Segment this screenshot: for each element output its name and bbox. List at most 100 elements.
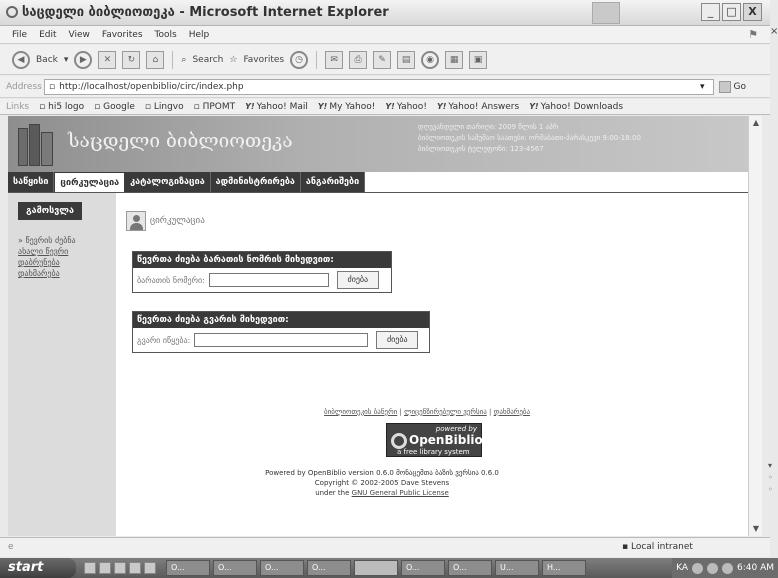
favorites-star-icon[interactable]: ☆ [229, 55, 237, 65]
badge-powered: powered by [435, 425, 477, 433]
task-button[interactable]: U... [495, 560, 539, 576]
tab-circulation[interactable]: ცირკულაცია [54, 172, 126, 192]
footer-link-license[interactable]: ლიცენზირებული ვერსია [404, 408, 487, 416]
menu-favorites[interactable]: Favorites [102, 30, 143, 40]
license-line: under the GNU General Public License [8, 488, 756, 498]
task-button[interactable]: O... [307, 560, 351, 576]
tab-admin[interactable]: ადმინისტრირება [211, 172, 301, 192]
menu-tools[interactable]: Tools [155, 30, 177, 40]
taskbar: start O... O... O... O... O... O... U...… [0, 558, 778, 578]
scroll-down-icon[interactable]: ▼ [751, 524, 761, 534]
windows-flag-icon: ⚑ [748, 28, 758, 41]
link-yahoo-mail[interactable]: Y! Yahoo! Mail [245, 102, 308, 112]
menu-edit[interactable]: Edit [39, 30, 56, 40]
scroll-up-icon[interactable]: ▲ [751, 118, 761, 128]
title-bar: საცდელი ბიბლიოთეკა - Microsoft Internet … [0, 0, 770, 26]
status-bar: e ▪ Local intranet [0, 537, 770, 557]
quicklaunch-app-icon[interactable] [144, 562, 156, 574]
task-button[interactable]: O... [166, 560, 210, 576]
go-button[interactable]: Go [718, 80, 746, 93]
openbiblio-logo-icon [391, 433, 407, 449]
tab-divider [8, 192, 756, 193]
links-label: Links [6, 101, 30, 112]
mail-icon[interactable]: ✉ [325, 50, 344, 69]
page-icon: ▫ [49, 81, 56, 92]
favorites-button[interactable]: Favorites [243, 55, 284, 65]
link-my-yahoo[interactable]: Y! My Yahoo! [318, 102, 376, 112]
tray-app-icon[interactable] [722, 562, 733, 574]
link-promt[interactable]: ▫ ПРОМТ [194, 102, 236, 112]
openbiblio-badge[interactable]: powered by OpenBiblio a free library sys… [386, 423, 483, 457]
search-button[interactable]: Search [192, 55, 223, 65]
gpl-link[interactable]: GNU General Public License [352, 489, 449, 497]
footer-link-banner[interactable]: ბიბლიოთეკის ბანერი [324, 408, 397, 416]
link-yahoo-downloads[interactable]: Y! Yahoo! Downloads [529, 102, 623, 112]
task-button[interactable]: O... [448, 560, 492, 576]
badge-subtitle: a free library system [397, 448, 470, 456]
stop-icon[interactable]: ✕ [98, 50, 117, 69]
link-yahoo-answers[interactable]: Y! Yahoo! Answers [437, 102, 519, 112]
side-scroll-icons: ▾ ◦ ◦ [768, 461, 773, 494]
quicklaunch-word-icon[interactable] [129, 562, 141, 574]
menu-help[interactable]: Help [189, 30, 210, 40]
search-icon[interactable]: ⌕ [181, 55, 186, 65]
sidebar-item-member-search[interactable]: » წევრის ძებნა [18, 235, 76, 246]
tray-volume-icon[interactable] [707, 562, 718, 574]
research-icon[interactable]: ▦ [445, 50, 464, 69]
close-button[interactable]: X [743, 3, 762, 21]
task-button[interactable]: H... [542, 560, 586, 576]
minimize-button[interactable]: _ [701, 3, 720, 21]
menu-file[interactable]: File [12, 30, 27, 40]
quicklaunch-desktop-icon[interactable] [99, 562, 111, 574]
lastname-input[interactable] [194, 333, 369, 347]
tray-network-icon[interactable] [692, 562, 703, 574]
tab-cataloging[interactable]: კატალოგიზაცია [125, 172, 211, 192]
back-dropdown-icon[interactable]: ▾ [64, 55, 69, 65]
quicklaunch-ie-icon[interactable] [84, 562, 96, 574]
address-input[interactable]: ▫ http://localhost/openbiblio/circ/index… [44, 78, 714, 95]
link-label: Yahoo! Answers [448, 101, 520, 112]
maximize-button[interactable]: □ [722, 3, 741, 21]
card-number-input[interactable] [208, 273, 329, 287]
back-button[interactable]: Back [36, 55, 58, 65]
powered-line: Powered by OpenBiblio version 0.6.0 მონა… [265, 469, 499, 477]
tab-home[interactable]: საწყისი [8, 172, 55, 192]
task-button-active[interactable] [354, 560, 398, 576]
quick-launch [84, 562, 156, 574]
side-close-icon[interactable]: × [770, 26, 778, 37]
lastname-search-button[interactable]: ძიება [376, 331, 419, 349]
sidebar-item-checkin[interactable]: დაბრუნება [18, 257, 76, 268]
task-button[interactable]: O... [401, 560, 445, 576]
start-button[interactable]: start [0, 558, 76, 578]
link-google[interactable]: ▫ Google [94, 102, 135, 112]
logout-button[interactable]: გამოსვლა [18, 202, 82, 220]
media-icon[interactable]: ▣ [469, 50, 488, 69]
menu-view[interactable]: View [69, 30, 90, 40]
address-dropdown-icon[interactable]: ▾ [700, 82, 705, 92]
language-indicator[interactable]: KA [676, 563, 688, 573]
discuss-icon[interactable]: ▤ [397, 50, 416, 69]
history-icon[interactable]: ◷ [290, 50, 309, 69]
vertical-scrollbar[interactable]: ▲ ▼ [748, 116, 762, 536]
task-button[interactable]: O... [213, 560, 257, 576]
edit-icon[interactable]: ✎ [373, 50, 392, 69]
print-icon[interactable]: ⎙ [349, 50, 368, 69]
card-search-button[interactable]: ძიება [336, 271, 379, 289]
sidebar-item-help[interactable]: დახმარება [18, 268, 76, 279]
messenger-icon[interactable]: ◉ [421, 50, 440, 69]
task-button[interactable]: O... [260, 560, 304, 576]
back-arrow-icon[interactable]: ◀ [12, 50, 30, 69]
sidebar-item-new-member[interactable]: ახალი წევრი [18, 246, 76, 257]
link-hi5[interactable]: ▫ hi5 logo [39, 102, 84, 112]
library-info: დღევანდელი თარიღი: 2009 წლის 1 აპრ ბიბლი… [418, 122, 641, 155]
quicklaunch-folder-icon[interactable] [114, 562, 126, 574]
link-yahoo[interactable]: Y! Yahoo! [385, 102, 427, 112]
footer-link-help[interactable]: დახმარება [494, 408, 530, 416]
refresh-icon[interactable]: ↻ [122, 50, 141, 69]
tab-reports[interactable]: ანგარიშები [301, 172, 366, 192]
link-label: Google [103, 101, 135, 112]
form-title: წევრთა ძიება გვარის მიხედვით: [133, 312, 429, 328]
forward-arrow-icon[interactable]: ▶ [74, 50, 93, 69]
link-lingvo[interactable]: ▫ Lingvo [145, 102, 184, 112]
home-icon[interactable]: ⌂ [146, 50, 165, 69]
